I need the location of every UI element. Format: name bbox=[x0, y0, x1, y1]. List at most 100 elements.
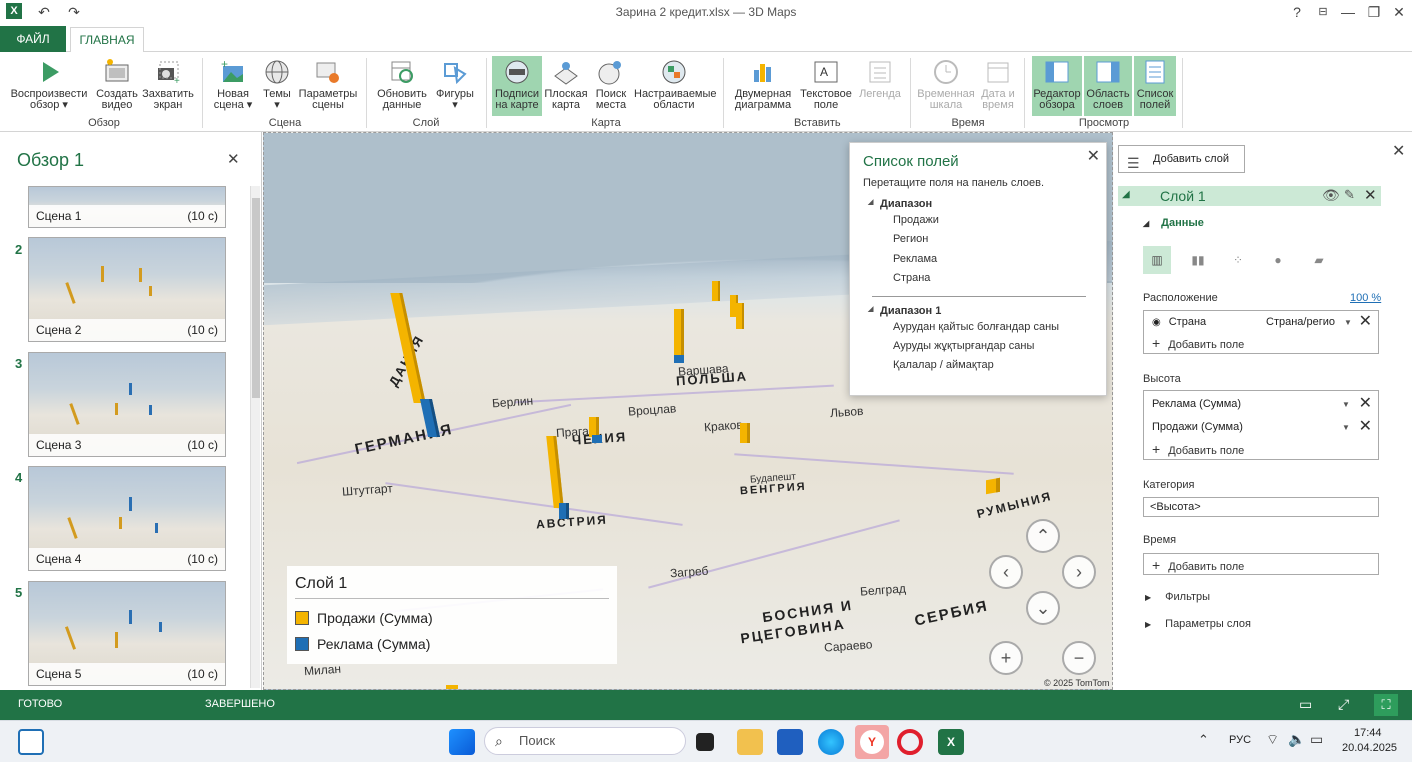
start-icon[interactable] bbox=[449, 729, 475, 755]
field-item[interactable]: Ауруды жұқтырғандар саны bbox=[893, 340, 1034, 352]
ads-bar-czech[interactable] bbox=[592, 435, 602, 443]
tab-file[interactable]: ФАЙЛ bbox=[0, 26, 66, 52]
new-scene-button[interactable]: + Новая сцена ▾ bbox=[210, 56, 256, 116]
field-item[interactable]: Реклама bbox=[893, 253, 937, 265]
ads-bar-austria[interactable] bbox=[559, 503, 569, 519]
create-video-button[interactable]: Создать видео bbox=[94, 56, 140, 116]
tour-editor-button[interactable]: Редактор обзора bbox=[1032, 56, 1082, 116]
edge-icon[interactable] bbox=[818, 729, 844, 755]
ads-bar-poland[interactable] bbox=[674, 355, 684, 363]
bubble-icon[interactable]: ⁘ bbox=[1224, 246, 1252, 274]
2d-chart-button[interactable]: Двумерная диаграмма bbox=[732, 56, 794, 116]
height-field[interactable]: Реклама (Сумма) bbox=[1152, 398, 1241, 410]
sales-bar-baltic-3[interactable] bbox=[736, 303, 744, 329]
layer-pane-close-icon[interactable]: ✕ bbox=[1392, 141, 1405, 161]
filters-section[interactable]: ▶ Фильтры bbox=[1145, 591, 1210, 603]
field-item[interactable]: Продажи bbox=[893, 214, 939, 226]
timeline-button[interactable]: Временная шкала bbox=[916, 56, 976, 116]
flat-map-button[interactable]: Плоская карта bbox=[544, 56, 588, 116]
heatmap-icon[interactable]: ● bbox=[1264, 246, 1292, 274]
tour-close-icon[interactable]: ✕ bbox=[227, 150, 240, 168]
tilt-down-button[interactable]: ⌄ bbox=[1026, 591, 1060, 625]
sales-bar-austria[interactable] bbox=[546, 436, 564, 508]
clock-time[interactable]: 17:44 bbox=[1354, 727, 1382, 739]
yandex-icon[interactable]: Y bbox=[855, 725, 889, 759]
opera-icon[interactable] bbox=[897, 729, 923, 755]
scene-thumbnail-5[interactable]: Сцена 5 (10 с) bbox=[28, 581, 226, 686]
chevron-down-icon[interactable]: ▼ bbox=[1344, 318, 1352, 327]
store-icon[interactable] bbox=[777, 729, 803, 755]
minimize-button[interactable]: — bbox=[1338, 3, 1358, 21]
add-field-button[interactable]: + Добавить поле bbox=[1152, 441, 1244, 457]
view-fit-icon[interactable]: ⤢ bbox=[1338, 696, 1349, 713]
rotate-left-button[interactable]: ‹ bbox=[989, 555, 1023, 589]
data-section-header[interactable]: ◢ Данные bbox=[1143, 217, 1204, 229]
field-list-button[interactable]: Список полей bbox=[1134, 56, 1176, 116]
map-labels-button[interactable]: Подписи на карте bbox=[492, 56, 542, 116]
layer-options-section[interactable]: ▶ Параметры слоя bbox=[1145, 618, 1251, 630]
maximize-button[interactable]: ❐ bbox=[1364, 3, 1384, 21]
volume-icon[interactable]: 🔈 bbox=[1288, 731, 1305, 748]
collapse-icon[interactable]: ◢ bbox=[1122, 189, 1130, 200]
file-explorer-icon[interactable] bbox=[737, 729, 763, 755]
widgets-icon[interactable] bbox=[18, 729, 44, 755]
taskbar-search[interactable]: ⌕ Поиск bbox=[484, 727, 686, 755]
sales-bar-poland[interactable] bbox=[674, 309, 684, 359]
help-button[interactable]: ? bbox=[1287, 3, 1307, 21]
stacked-column-icon[interactable]: ▥ bbox=[1143, 246, 1171, 274]
themes-button[interactable]: Темы ▾ bbox=[258, 56, 296, 116]
field-group-range[interactable]: Диапазон bbox=[868, 198, 932, 210]
scene-thumbnail-1[interactable]: Сцена 1 (10 с) bbox=[28, 186, 226, 228]
map-legend[interactable]: Слой 1 Продажи (Сумма) Реклама (Сумма) bbox=[287, 566, 617, 664]
text-box-button[interactable]: A Текстовое поле bbox=[798, 56, 854, 116]
chevron-down-icon[interactable]: ▼ bbox=[1342, 423, 1350, 432]
language-indicator[interactable]: РУС bbox=[1229, 734, 1251, 746]
field-item[interactable]: Аурудан қайтыс болғандар саны bbox=[893, 321, 1059, 333]
scene-thumbnail-3[interactable]: Сцена 3 (10 с) bbox=[28, 352, 226, 457]
add-layer-button[interactable]: ☰ Добавить слой bbox=[1118, 145, 1245, 173]
region-icon[interactable]: ▰ bbox=[1305, 246, 1333, 274]
rotate-right-button[interactable]: › bbox=[1062, 555, 1096, 589]
legend-button[interactable]: Легенда bbox=[856, 56, 904, 116]
delete-layer-icon[interactable]: ✕ bbox=[1364, 186, 1377, 204]
tab-home[interactable]: ГЛАВНАЯ bbox=[70, 27, 144, 53]
layer-header[interactable]: ◢ Слой 1 👁 ✎ ✕ bbox=[1118, 186, 1381, 206]
location-type-select[interactable]: Страна/регио bbox=[1266, 316, 1335, 328]
sales-bar-baltic-1[interactable] bbox=[712, 281, 720, 301]
field-item[interactable]: Страна bbox=[893, 272, 930, 284]
scene-thumbnail-2[interactable]: Сцена 2 (10 с) bbox=[28, 237, 226, 342]
play-tour-button[interactable]: Воспроизвести обзор ▾ bbox=[8, 56, 90, 116]
custom-regions-button[interactable]: Настраиваемые области bbox=[634, 56, 717, 116]
tilt-up-button[interactable]: ⌃ bbox=[1026, 519, 1060, 553]
close-button[interactable]: ✕ bbox=[1389, 3, 1409, 21]
excel-icon[interactable]: X bbox=[938, 729, 964, 755]
location-percent-link[interactable]: 100 % bbox=[1350, 292, 1381, 304]
capture-screen-button[interactable]: + Захватить экран bbox=[142, 56, 194, 116]
refresh-data-button[interactable]: Обновить данные bbox=[374, 56, 430, 116]
sales-bar-slovakia[interactable] bbox=[740, 423, 750, 443]
category-box[interactable]: <Высота> bbox=[1143, 497, 1379, 517]
zoom-out-button[interactable]: − bbox=[1062, 641, 1096, 675]
battery-icon[interactable]: ▭ bbox=[1310, 731, 1323, 748]
remove-field-icon[interactable]: ✕ bbox=[1359, 393, 1372, 413]
height-field[interactable]: Продажи (Сумма) bbox=[1152, 421, 1243, 433]
task-view-icon[interactable] bbox=[696, 733, 714, 751]
pencil-icon[interactable]: ✎ bbox=[1344, 187, 1355, 203]
restore-ribbon-icon[interactable]: ⊟ bbox=[1313, 3, 1333, 21]
view-normal-icon[interactable]: ▭ bbox=[1299, 696, 1312, 713]
field-list-panel[interactable]: Список полей ✕ Перетащите поля на панель… bbox=[849, 142, 1107, 396]
chevron-up-icon[interactable]: ⌃ bbox=[1198, 732, 1209, 748]
add-field-button[interactable]: + Добавить поле bbox=[1152, 335, 1244, 351]
field-item[interactable]: Қалалар / аймақтар bbox=[893, 359, 994, 371]
find-location-button[interactable]: Поиск места bbox=[590, 56, 632, 116]
add-field-button[interactable]: + Добавить поле bbox=[1152, 557, 1244, 573]
clock-date[interactable]: 20.04.2025 bbox=[1342, 742, 1397, 754]
tour-scrollbar[interactable] bbox=[250, 186, 260, 688]
field-item[interactable]: Регион bbox=[893, 233, 928, 245]
scene-options-button[interactable]: Параметры сцены bbox=[298, 56, 358, 116]
layer-pane-button[interactable]: Область слоев bbox=[1084, 56, 1132, 116]
remove-field-icon[interactable]: ✕ bbox=[1359, 416, 1372, 436]
eye-icon[interactable]: 👁 bbox=[1322, 187, 1340, 204]
remove-field-icon[interactable]: ✕ bbox=[1359, 311, 1372, 331]
clustered-column-icon[interactable]: ▮▮ bbox=[1184, 246, 1212, 274]
